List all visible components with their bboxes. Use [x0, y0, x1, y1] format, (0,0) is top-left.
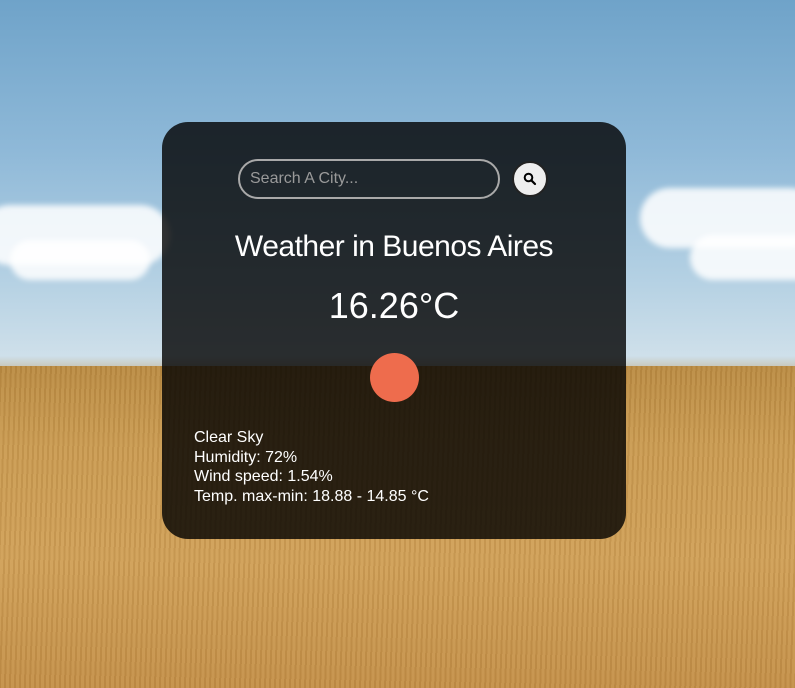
temperature: 16.26°C [328, 285, 460, 326]
temp-range: Temp. max-min: 18.88 - 14.85 °C [194, 487, 429, 505]
search-button[interactable] [512, 161, 548, 197]
cloud [690, 235, 795, 280]
humidity: Humidity: 72% [194, 448, 298, 466]
weather-description: Clear Sky [194, 429, 264, 446]
search-bar [238, 159, 548, 199]
weather-card: Weather in Buenos Aires 16.26°C Clear Sk… [162, 122, 626, 539]
search-icon [523, 172, 537, 186]
sun-icon [370, 353, 419, 402]
city-title: Weather in Buenos Aires [234, 230, 554, 263]
weather-details: Clear Sky Humidity: 72% Wind speed: 1.54… [194, 428, 429, 506]
cloud [10, 240, 150, 280]
wind-speed: Wind speed: 1.54% [194, 468, 333, 485]
search-input[interactable] [238, 159, 500, 199]
